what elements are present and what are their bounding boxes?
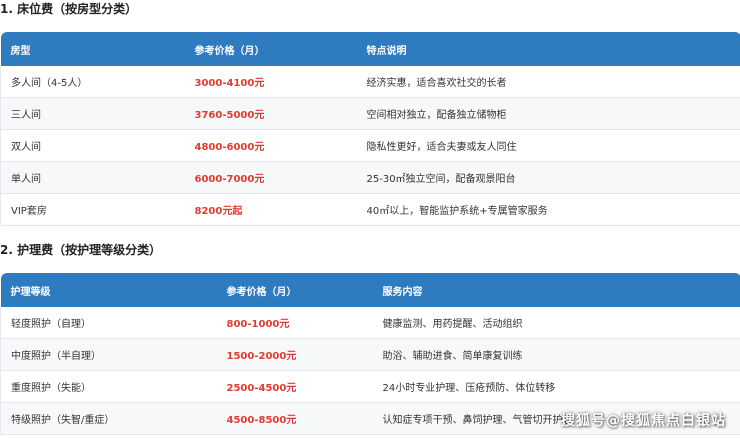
price-cell: 1500-2000元 [216, 338, 373, 371]
price-cell: 2500-4500元 [216, 370, 373, 403]
column-header-price: 参考价格（月） [184, 32, 357, 66]
room-type-cell: 多人间（4-5人） [0, 66, 185, 98]
price-cell: 4800-6000元 [184, 129, 357, 162]
column-header-service-content: 服务内容 [372, 273, 740, 307]
watermark: 搜狐号@搜狐焦点白银站 [561, 413, 726, 429]
description-cell: 40㎡以上，智能监护系统+专属管家服务 [356, 193, 740, 226]
room-type-cell: 三人间 [0, 97, 185, 130]
room-type-cell: 单人间 [0, 161, 185, 194]
description-cell: 空间相对独立，配备独立储物柜 [356, 97, 740, 130]
care-level-cell: 重度照护（失能） [0, 370, 217, 403]
column-header-description: 特点说明 [356, 32, 740, 66]
service-content-cell: 助浴、辅助进食、简单康复训练 [372, 338, 740, 371]
room-type-cell: 双人间 [0, 129, 185, 162]
table-row: 三人间 3760-5000元 空间相对独立，配备独立储物柜 [0, 97, 740, 130]
table-row: 单人间 6000-7000元 25-30㎡独立空间，配备观景阳台 [0, 161, 740, 194]
table-row: 轻度照护（自理） 800-1000元 健康监测、用药提醒、活动组织 [0, 307, 740, 339]
price-cell: 800-1000元 [216, 307, 373, 339]
section-1-title: 1. 床位费（按房型分类） [0, 2, 138, 16]
table-row: VIP套房 8200元起 40㎡以上，智能监护系统+专属管家服务 [0, 193, 740, 226]
service-content-cell: 24小时专业护理、压疮预防、体位转移 [372, 370, 740, 403]
table-header-row: 房型 参考价格（月） 特点说明 [0, 32, 740, 66]
table-row: 中度照护（半自理） 1500-2000元 助浴、辅助进食、简单康复训练 [0, 338, 740, 371]
description-cell: 25-30㎡独立空间，配备观景阳台 [356, 161, 740, 194]
price-cell: 6000-7000元 [184, 161, 357, 194]
description-cell: 经济实惠，适合喜欢社交的长者 [356, 66, 740, 98]
column-header-room-type: 房型 [0, 32, 185, 66]
table-row: 重度照护（失能） 2500-4500元 24小时专业护理、压疮预防、体位转移 [0, 370, 740, 403]
price-cell: 4500-8500元 [216, 402, 373, 435]
care-level-cell: 轻度照护（自理） [0, 307, 217, 339]
care-level-cell: 中度照护（半自理） [0, 338, 217, 371]
bed-fee-table: 房型 参考价格（月） 特点说明 多人间（4-5人） 3000-4100元 经济实… [0, 32, 740, 226]
care-level-cell: 特级照护（失智/重症） [0, 402, 217, 435]
price-cell: 3760-5000元 [184, 97, 357, 130]
column-header-price: 参考价格（月） [216, 273, 373, 307]
column-header-care-level: 护理等级 [0, 273, 217, 307]
description-cell: 隐私性更好，适合夫妻或友人同住 [356, 129, 740, 162]
table-row: 多人间（4-5人） 3000-4100元 经济实惠，适合喜欢社交的长者 [0, 66, 740, 98]
table-row: 双人间 4800-6000元 隐私性更好，适合夫妻或友人同住 [0, 129, 740, 162]
room-type-cell: VIP套房 [0, 193, 185, 226]
service-content-cell: 健康监测、用药提醒、活动组织 [372, 307, 740, 339]
price-cell: 8200元起 [184, 193, 357, 226]
section-2-title: 2. 护理费（按护理等级分类） [0, 243, 162, 257]
price-cell: 3000-4100元 [184, 66, 357, 98]
table-header-row: 护理等级 参考价格（月） 服务内容 [0, 273, 740, 307]
